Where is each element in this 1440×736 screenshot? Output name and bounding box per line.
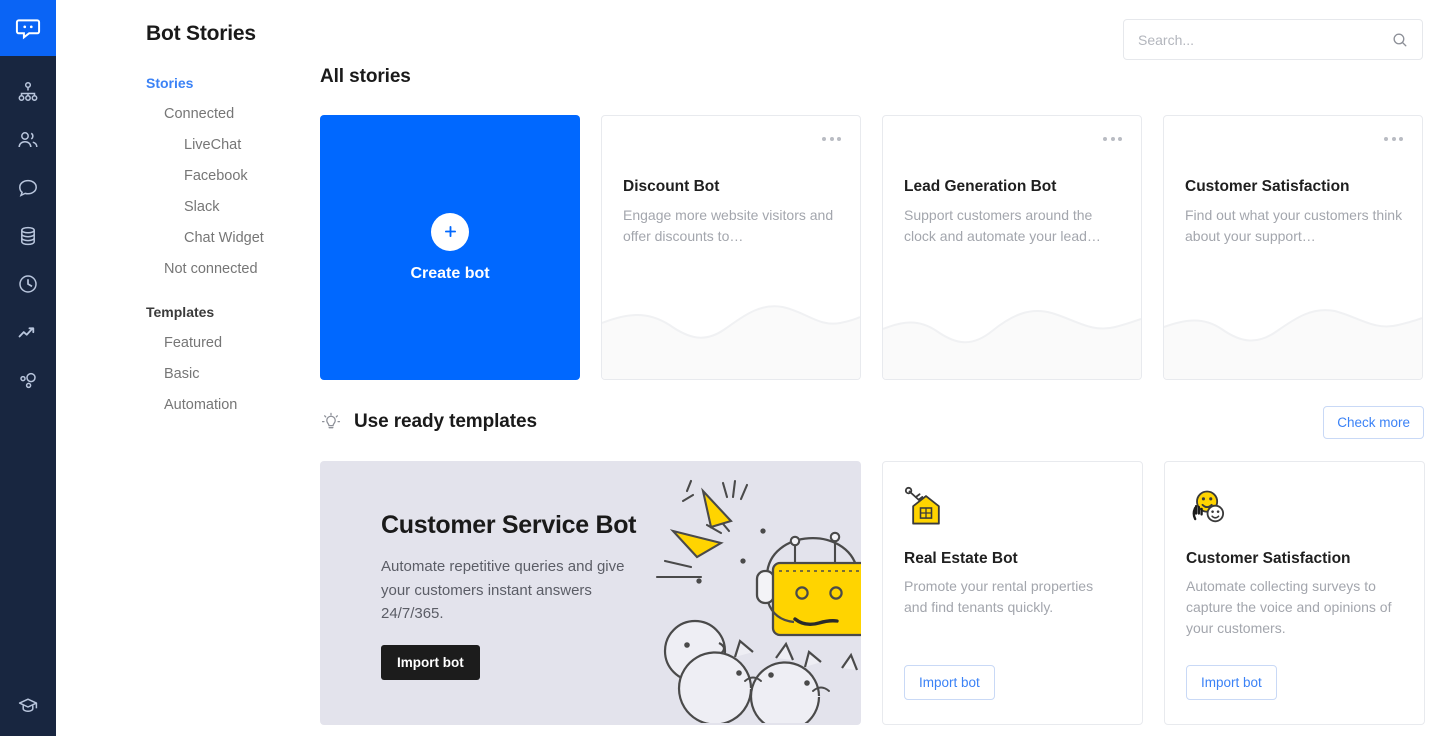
users-icon [16,128,40,152]
featured-template-title: Customer Service Bot [381,511,637,539]
import-bot-button[interactable]: Import bot [381,645,480,680]
wave-decoration [602,305,860,379]
template-card-description: Automate collecting surveys to capture t… [1186,578,1392,636]
story-card-title: Customer Satisfaction [1185,178,1350,195]
sidebar-item-slack[interactable]: Slack [56,192,320,223]
rail-item-reports[interactable] [0,308,56,356]
sidebar-item-automation[interactable]: Automation [56,390,320,421]
left-navigation: Bot Stories Stories Connected LiveChat F… [56,0,320,736]
sidebar-item-livechat[interactable]: LiveChat [56,130,320,161]
sidebar-item-not-connected[interactable]: Not connected [56,254,320,285]
more-options-icon[interactable] [822,137,841,141]
sidebar-item-featured[interactable]: Featured [56,328,320,359]
graduation-cap-icon [16,694,40,718]
lightbulb-icon [320,411,346,433]
template-card[interactable]: Customer Satisfaction Automate collectin… [1164,461,1425,725]
story-card[interactable]: Discount Bot Engage more website visitor… [601,115,861,380]
all-stories-heading: All stories [320,66,411,87]
story-card-description: Find out what your customers think about… [1185,207,1403,244]
rail-item-database[interactable] [0,212,56,260]
sidebar-item-connected[interactable]: Connected [56,99,320,130]
app-root: Bot Stories Stories Connected LiveChat F… [0,0,1440,736]
wave-decoration [1164,309,1422,379]
chat-icon [16,176,40,200]
settings-nodes-icon [16,368,40,392]
templates-header: Use ready templates Check more [320,404,1424,440]
wave-decoration [883,310,1141,379]
sitemap-icon [16,80,40,104]
app-logo[interactable] [0,0,56,56]
rail-item-list [0,56,56,404]
template-card[interactable]: Real Estate Bot Promote your rental prop… [882,461,1143,725]
rail-item-history[interactable] [0,260,56,308]
trending-up-icon [16,320,40,344]
import-bot-button[interactable]: Import bot [904,665,995,700]
sidebar-group-templates[interactable]: Templates [56,297,320,328]
content-area: All stories Create bot Discount Bot Enga… [320,0,1440,736]
story-card-description: Engage more website visitors and offer d… [623,207,834,244]
page-title: Bot Stories [146,22,256,45]
sidebar-item-basic[interactable]: Basic [56,359,320,390]
rail-item-chats[interactable] [0,164,56,212]
sidebar-item-facebook[interactable]: Facebook [56,161,320,192]
story-card[interactable]: Lead Generation Bot Support customers ar… [882,115,1142,380]
templates-row: Customer Service Bot Automate repetitive… [320,461,1425,725]
stories-grid: Create bot Discount Bot Engage more webs… [320,115,1423,380]
history-clock-icon [16,272,40,296]
nav-list: Stories Connected LiveChat Facebook Slac… [56,68,320,421]
sidebar-group-stories[interactable]: Stories [56,68,320,99]
sidebar-item-chat-widget[interactable]: Chat Widget [56,223,320,254]
more-options-icon[interactable] [1384,137,1403,141]
chat-bubble-logo-icon [14,14,42,42]
rail-item-sitemap[interactable] [0,68,56,116]
icon-rail [0,0,56,736]
more-options-icon[interactable] [1103,137,1122,141]
house-key-icon [904,486,948,535]
create-bot-label: Create bot [410,264,490,282]
template-card-title: Customer Satisfaction [1186,550,1351,567]
templates-heading: Use ready templates [354,411,537,432]
rail-item-academy[interactable] [0,694,56,718]
story-card-title: Lead Generation Bot [904,178,1057,195]
plus-icon [431,212,469,251]
featured-template-description: Automate repetitive queries and give you… [381,558,625,622]
template-card-title: Real Estate Bot [904,550,1018,567]
smiley-faces-icon [1186,486,1230,535]
check-more-button[interactable]: Check more [1323,405,1424,439]
story-card-description: Support customers around the clock and a… [904,207,1101,244]
story-card[interactable]: Customer Satisfaction Find out what your… [1163,115,1423,380]
robot-with-headset-illustration [655,479,861,723]
template-card-description: Promote your rental properties and find … [904,578,1094,615]
rail-item-users[interactable] [0,116,56,164]
main-content: All stories Create bot Discount Bot Enga… [320,0,1440,736]
create-bot-card[interactable]: Create bot [320,115,580,380]
database-icon [16,224,40,248]
featured-template-banner[interactable]: Customer Service Bot Automate repetitive… [320,461,861,725]
story-card-title: Discount Bot [623,178,720,195]
import-bot-button[interactable]: Import bot [1186,665,1277,700]
rail-item-settings[interactable] [0,356,56,404]
